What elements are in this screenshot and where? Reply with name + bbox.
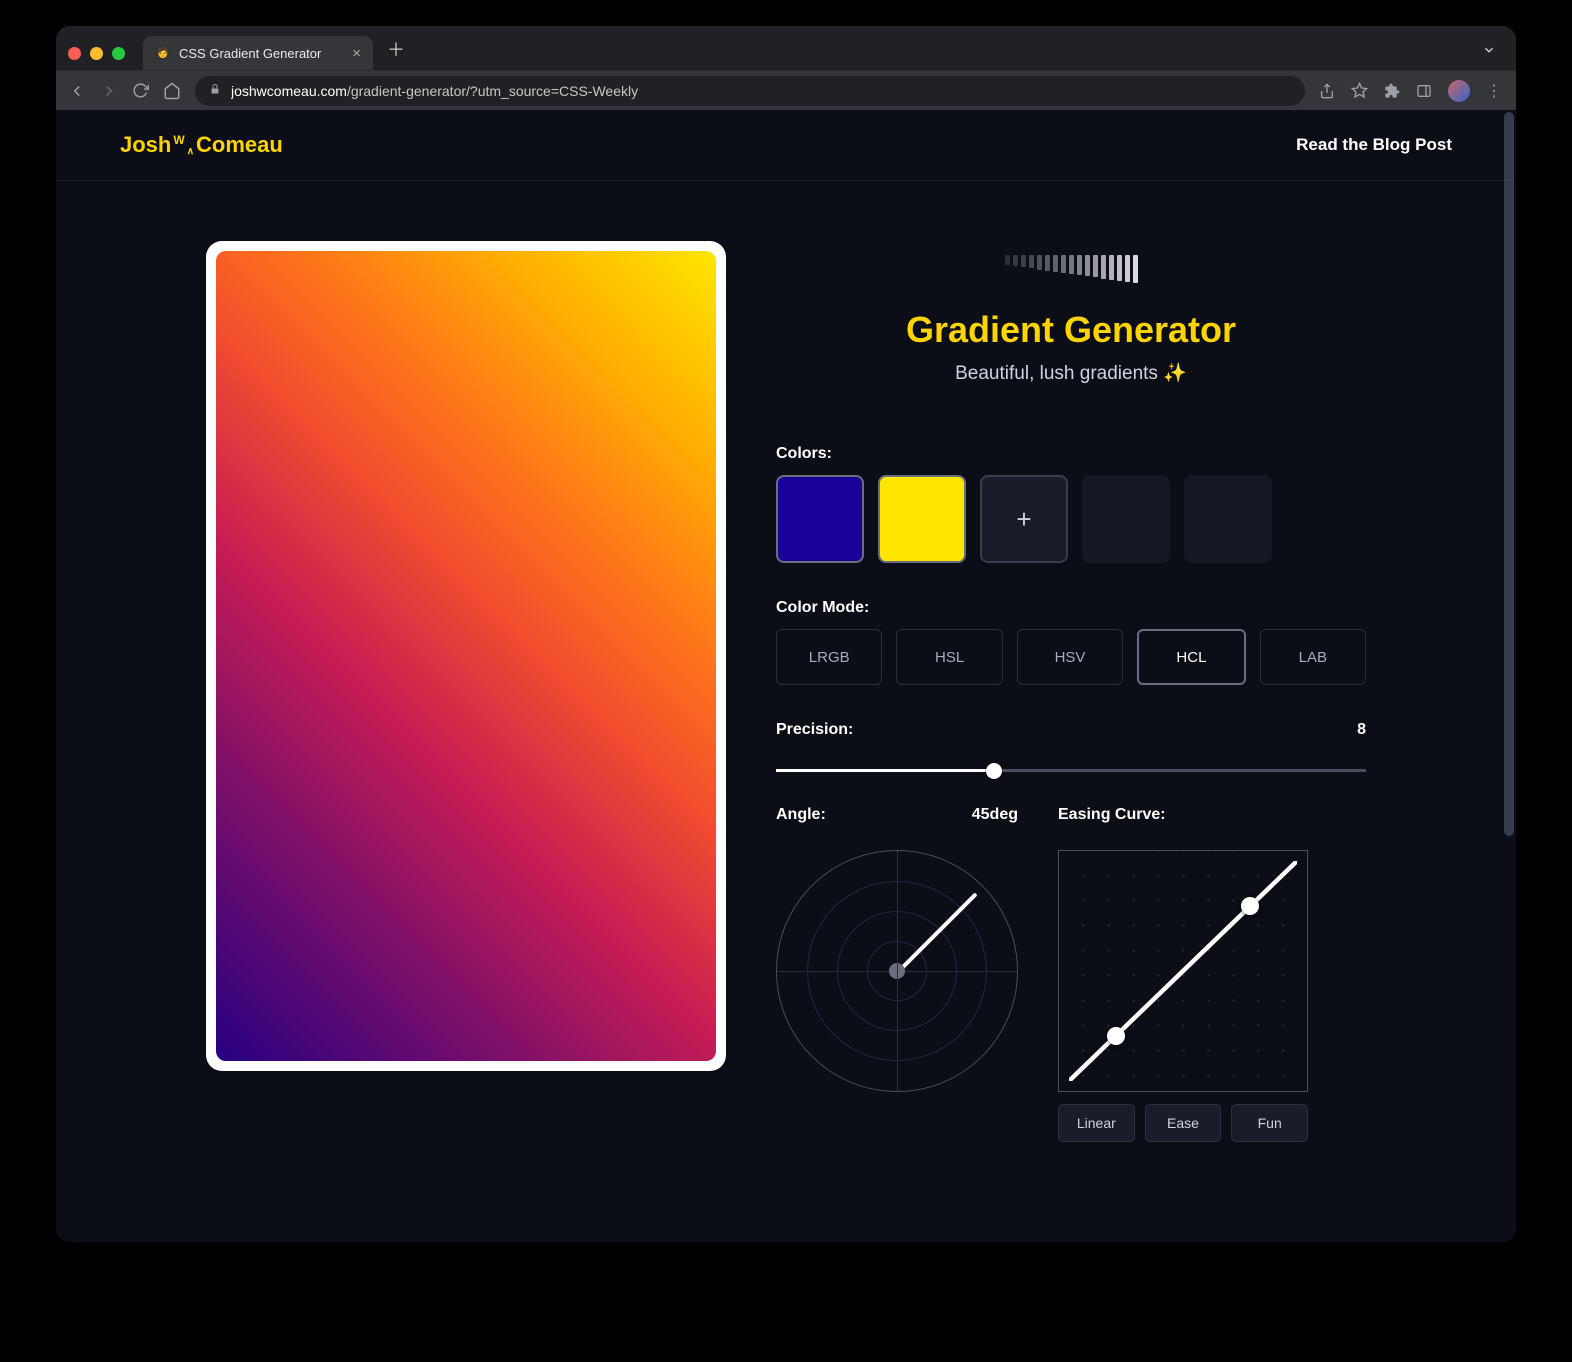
site-logo[interactable]: Josh W ∧ Comeau (120, 132, 283, 158)
gradient-preview (216, 251, 716, 1061)
blog-post-link[interactable]: Read the Blog Post (1296, 135, 1452, 155)
logo-w: W (173, 133, 184, 147)
swatch-row: + (776, 475, 1366, 563)
color-mode-lrgb[interactable]: LRGB (776, 629, 882, 685)
profile-avatar[interactable] (1448, 80, 1470, 102)
url-text: joshwcomeau.com/gradient-generator/?utm_… (231, 83, 1291, 99)
bookmark-button[interactable] (1351, 82, 1368, 99)
precision-slider-thumb[interactable] (986, 763, 1002, 779)
address-bar[interactable]: joshwcomeau.com/gradient-generator/?utm_… (195, 76, 1305, 106)
easing-section: Easing Curve: Linear EaseFun (1058, 806, 1308, 1142)
color-swatch-empty (1082, 475, 1170, 563)
close-window-button[interactable] (68, 47, 81, 60)
favicon-icon: 🧑 (155, 45, 171, 61)
tab-strip: 🧑 CSS Gradient Generator × ＋ (56, 26, 1516, 70)
easing-editor[interactable] (1058, 850, 1308, 1092)
precision-label: Precision: (776, 721, 853, 739)
easing-label: Easing Curve: (1058, 806, 1166, 824)
easing-handle-1[interactable] (1107, 1027, 1125, 1045)
logo-caron-icon: ∧ (187, 146, 194, 157)
precision-value: 8 (1357, 721, 1366, 739)
forward-button[interactable] (100, 82, 118, 100)
angle-center-icon (889, 963, 905, 979)
controls-panel: Gradient Generator Beautiful, lush gradi… (776, 241, 1366, 1142)
color-swatch-0[interactable] (776, 475, 864, 563)
colors-label: Colors: (776, 445, 1366, 463)
easing-preset-linear[interactable]: Linear (1058, 1104, 1135, 1142)
site-header: Josh W ∧ Comeau Read the Blog Post (56, 110, 1516, 181)
add-color-button[interactable]: + (980, 475, 1068, 563)
gradient-preview-frame (206, 241, 726, 1071)
angle-section: Angle: 45deg (776, 806, 1018, 1142)
share-button[interactable] (1319, 83, 1335, 99)
toolbar-right: ⋮ (1319, 80, 1504, 102)
close-tab-button[interactable]: × (352, 45, 361, 62)
color-mode-hsv[interactable]: HSV (1017, 629, 1123, 685)
back-button[interactable] (68, 82, 86, 100)
color-mode-label: Color Mode: (776, 599, 1366, 617)
main-content: Gradient Generator Beautiful, lush gradi… (56, 181, 1516, 1182)
color-swatch-1[interactable] (878, 475, 966, 563)
color-mode-lab[interactable]: LAB (1260, 629, 1366, 685)
easing-presets: Linear EaseFun (1058, 1104, 1308, 1142)
easing-handle-2[interactable] (1241, 897, 1259, 915)
browser-window: 🧑 CSS Gradient Generator × ＋ joshwc (56, 26, 1516, 1242)
color-mode-hsl[interactable]: HSL (896, 629, 1002, 685)
precision-slider[interactable] (776, 769, 1366, 772)
colors-section: Colors: + (776, 445, 1366, 563)
color-mode-hcl[interactable]: HCL (1137, 629, 1245, 685)
tab-title: CSS Gradient Generator (179, 46, 321, 61)
mode-row: LRGBHSL HSVHCL LAB (776, 629, 1366, 685)
sidepanel-button[interactable] (1416, 83, 1432, 99)
page-content: Josh W ∧ Comeau Read the Blog Post Gradi… (56, 110, 1516, 1242)
window-controls (68, 47, 125, 60)
new-tab-button[interactable]: ＋ (387, 36, 405, 62)
maximize-window-button[interactable] (112, 47, 125, 60)
browser-tab[interactable]: 🧑 CSS Gradient Generator × (143, 36, 373, 70)
browser-toolbar: joshwcomeau.com/gradient-generator/?utm_… (56, 70, 1516, 110)
logo-last: Comeau (196, 132, 283, 158)
color-swatch-empty (1184, 475, 1272, 563)
decorative-bars-icon (776, 255, 1366, 283)
page-title: Gradient Generator (776, 309, 1366, 351)
angle-value: 45deg (972, 806, 1018, 824)
color-mode-section: Color Mode: LRGBHSL HSVHCL LAB (776, 599, 1366, 685)
angle-label: Angle: (776, 806, 826, 824)
easing-preset-ease[interactable]: Ease (1145, 1104, 1222, 1142)
precision-section: Precision: 8 (776, 721, 1366, 772)
extensions-button[interactable] (1384, 83, 1400, 99)
minimize-window-button[interactable] (90, 47, 103, 60)
reload-button[interactable] (132, 82, 149, 99)
logo-first: Josh (120, 132, 171, 158)
tabs-menu-button[interactable] (1482, 43, 1496, 62)
home-button[interactable] (163, 82, 181, 100)
angle-dial[interactable] (776, 850, 1018, 1092)
page-scrollbar[interactable] (1504, 112, 1514, 836)
overflow-menu-button[interactable]: ⋮ (1486, 81, 1504, 101)
easing-preset-fun[interactable]: Fun (1231, 1104, 1308, 1142)
lock-icon (209, 83, 221, 98)
page-subtitle: Beautiful, lush gradients ✨ (776, 361, 1366, 385)
